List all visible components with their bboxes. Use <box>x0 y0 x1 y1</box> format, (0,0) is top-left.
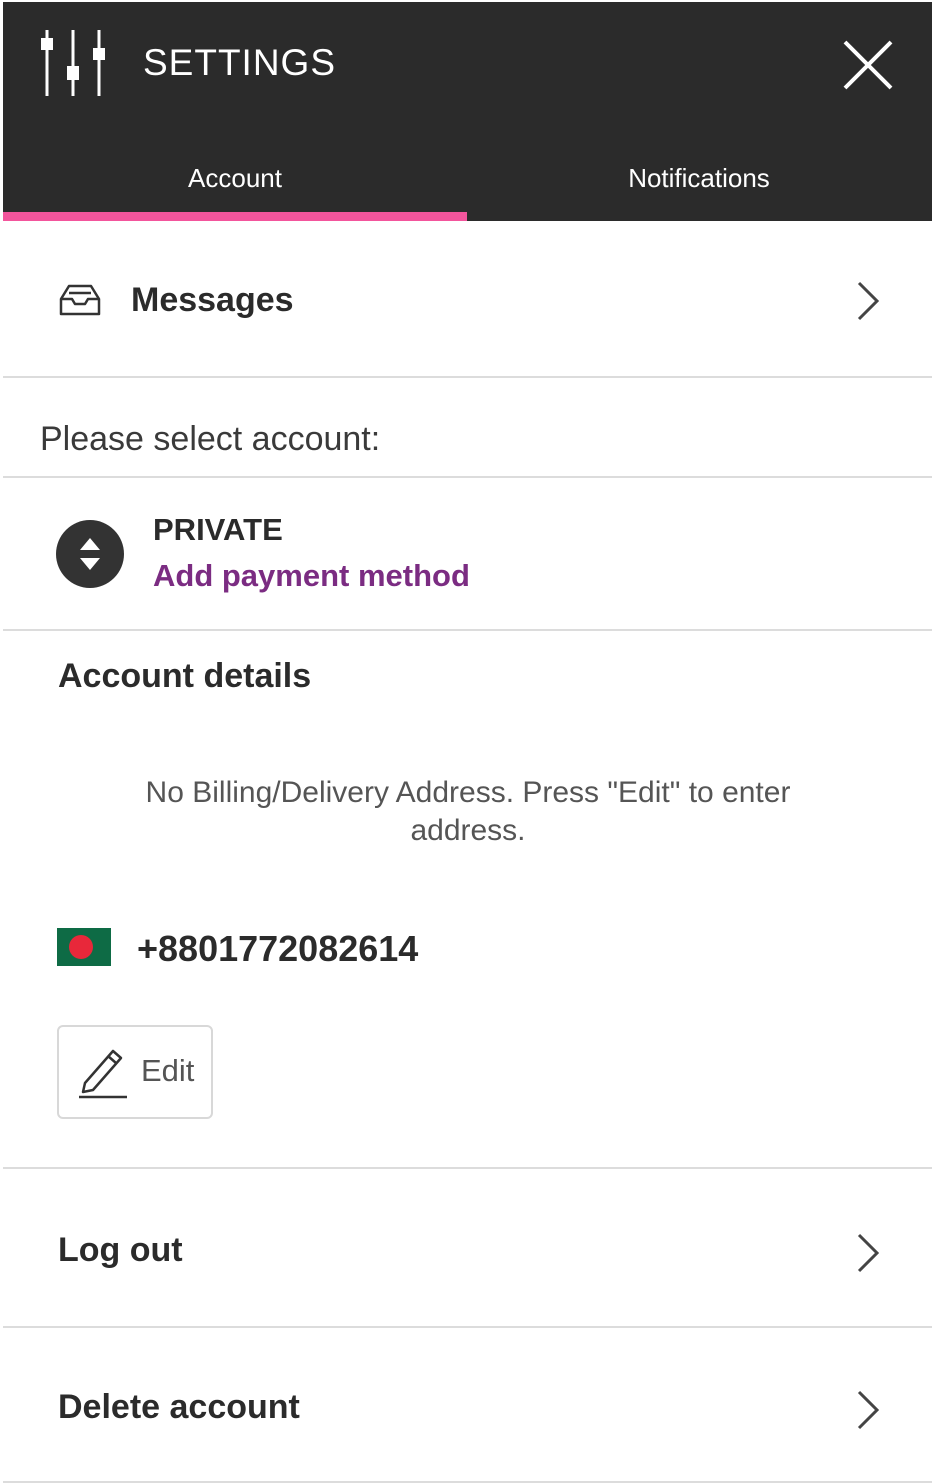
delete-account-row[interactable]: Delete account <box>3 1328 932 1483</box>
account-switch-icon[interactable] <box>56 520 124 588</box>
settings-screen: SETTINGS Account Notifications Messages … <box>3 2 932 1483</box>
add-payment-method-link[interactable]: Add payment method <box>153 558 470 594</box>
divider <box>3 376 932 378</box>
chevron-right-icon <box>857 1390 880 1430</box>
messages-row[interactable]: Messages <box>3 221 932 377</box>
account-selector[interactable]: PRIVATE Add payment method <box>3 478 932 630</box>
edit-label: Edit <box>141 1053 195 1088</box>
bangladesh-flag-icon <box>57 928 111 966</box>
active-tab-indicator <box>3 212 467 221</box>
settings-header: SETTINGS Account Notifications <box>3 2 932 221</box>
pencil-icon <box>79 1049 127 1099</box>
delete-account-label: Delete account <box>58 1388 300 1426</box>
phone-number: +8801772082614 <box>137 928 419 969</box>
logout-label: Log out <box>58 1231 183 1269</box>
address-notice: No Billing/Delivery Address. Press "Edit… <box>145 776 791 847</box>
chevron-right-icon <box>857 1233 880 1273</box>
select-account-prompt: Please select account: <box>40 420 381 458</box>
flag-circle <box>69 935 93 959</box>
chevron-right-icon <box>857 281 880 321</box>
account-name: PRIVATE <box>153 512 283 547</box>
logout-row[interactable]: Log out <box>3 1169 932 1326</box>
tab-notifications[interactable]: Notifications <box>467 150 931 206</box>
messages-label: Messages <box>131 281 294 319</box>
edit-button[interactable]: Edit <box>57 1025 213 1119</box>
inbox-icon <box>59 284 101 316</box>
account-details-title: Account details <box>58 657 312 695</box>
tab-account[interactable]: Account <box>3 150 467 206</box>
divider <box>3 629 932 631</box>
sliders-icon <box>41 30 105 96</box>
up-down-arrows-icon <box>80 538 100 570</box>
close-icon[interactable] <box>833 30 903 100</box>
page-title: SETTINGS <box>143 42 337 83</box>
